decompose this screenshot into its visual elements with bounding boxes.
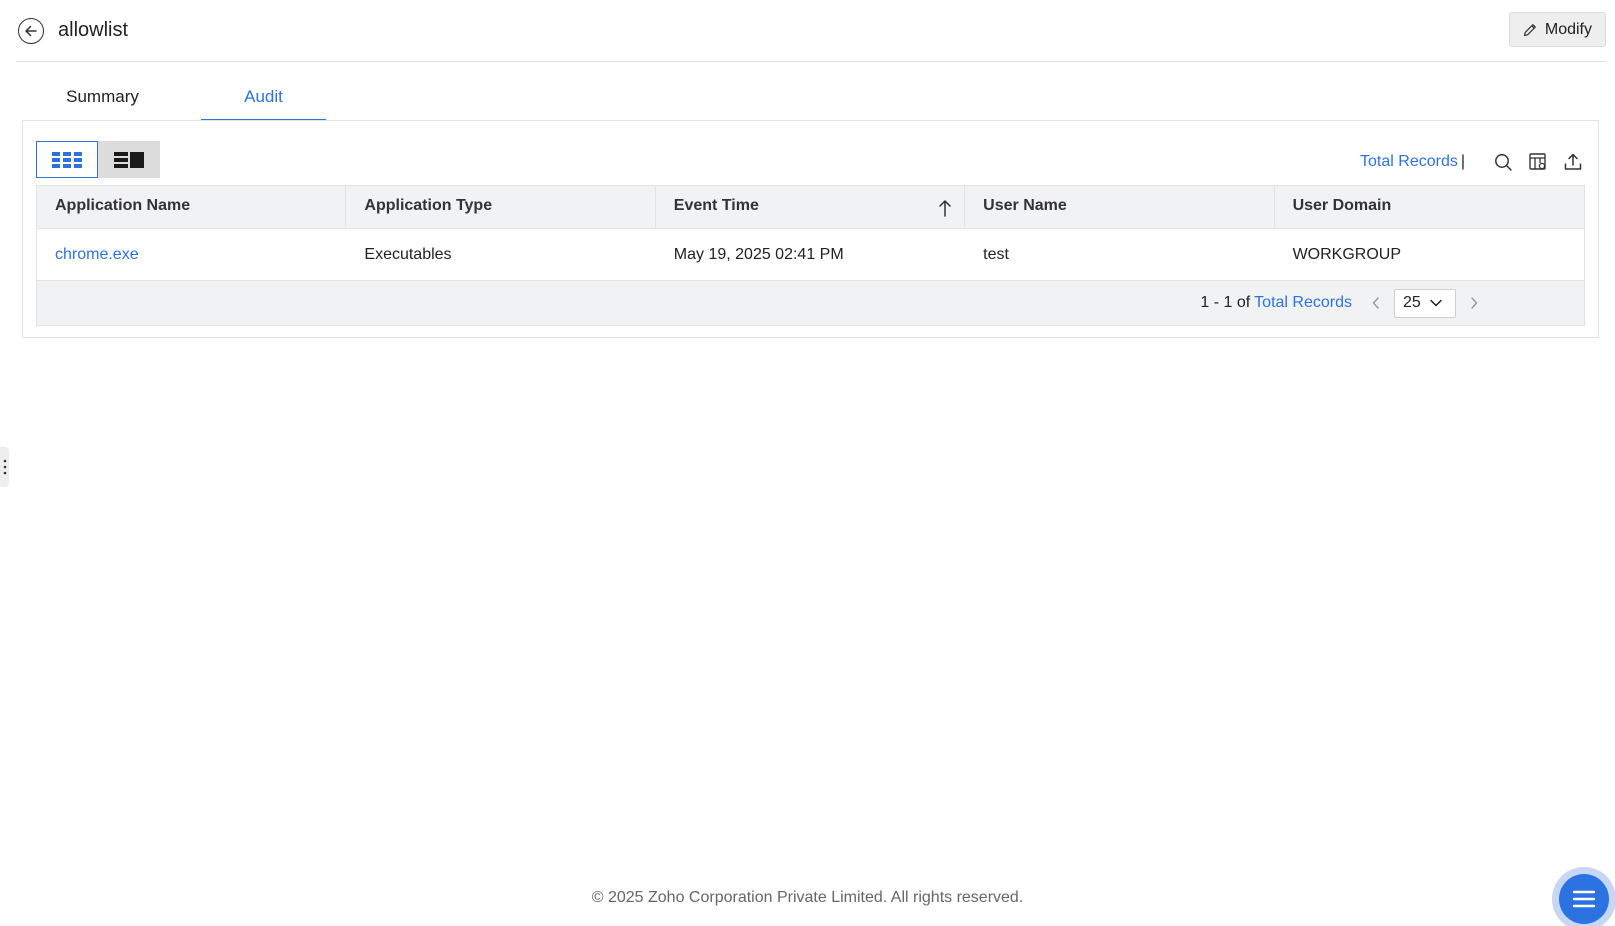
page-title: allowlist [58, 19, 129, 41]
cell-user-name: test [983, 246, 1009, 263]
cell-application-name[interactable]: chrome.exe [37, 229, 346, 280]
chevron-right-icon [1471, 297, 1478, 309]
table-header: Application Name Application Type Event … [37, 186, 1584, 229]
tab-audit[interactable]: Audit [201, 78, 326, 121]
footer-copyright: © 2025 Zoho Corporation Private Limited.… [591, 889, 1024, 906]
chevron-left-icon [1372, 297, 1379, 309]
cell-application-type: Executables [364, 246, 452, 263]
grid-view-button[interactable] [36, 141, 98, 178]
fab-inner [1559, 874, 1609, 924]
modify-button-label: Modify [1544, 20, 1592, 38]
floating-menu-button[interactable] [1552, 867, 1615, 926]
tab-bar: Summary Audit [22, 78, 326, 121]
back-button[interactable] [18, 18, 44, 44]
total-records-link[interactable]: Total Records [1360, 153, 1458, 171]
view-toggle [36, 141, 160, 178]
page-header: allowlist Modify [16, 0, 1606, 62]
column-header-application-type[interactable]: Application Type [346, 186, 656, 228]
tab-summary[interactable]: Summary [22, 78, 183, 121]
audit-table: Application Name Application Type Event … [36, 185, 1585, 326]
card-view-icon [114, 151, 144, 168]
chevron-down-icon [1430, 299, 1442, 307]
toolbar-separator: | [1460, 153, 1465, 170]
card-view-button[interactable] [98, 141, 160, 178]
pencil-icon [1523, 23, 1536, 36]
grid-view-icon [52, 151, 82, 168]
page-size-value: 25 [1403, 294, 1421, 311]
cell-event-time: May 19, 2025 02:41 PM [673, 246, 844, 263]
column-header-event-time[interactable]: Event Time [656, 186, 966, 228]
side-panel-handle[interactable] [0, 447, 9, 487]
table-row: chrome.exe Executables May 19, 2025 02:4… [37, 229, 1584, 281]
column-header-user-name[interactable]: User Name [965, 186, 1275, 228]
column-header-application-name[interactable]: Application Name [37, 186, 347, 228]
modify-button[interactable]: Modify [1508, 12, 1606, 47]
pagination-range: 1 - 1 of [1200, 294, 1251, 311]
export-icon[interactable] [1562, 151, 1584, 173]
column-header-user-domain[interactable]: User Domain [1275, 186, 1584, 228]
table-toolbar: Total Records | [1360, 151, 1584, 173]
previous-page-button[interactable] [1366, 293, 1386, 313]
sort-ascending-icon[interactable] [938, 199, 952, 217]
search-icon[interactable] [1492, 151, 1514, 173]
pagination-total-records-link[interactable]: Total Records [1254, 294, 1352, 312]
cell-user-domain: WORKGROUP [1292, 246, 1402, 263]
page-size-select[interactable]: 25 [1394, 288, 1456, 318]
next-page-button[interactable] [1464, 293, 1484, 313]
column-settings-icon[interactable] [1527, 151, 1549, 173]
hamburger-menu-icon [1572, 890, 1596, 908]
pagination-bar: 1 - 1 of Total Records 25 [37, 281, 1584, 325]
vertical-dots-icon [3, 459, 6, 475]
audit-panel: Total Records | Application Name Applica… [22, 120, 1599, 338]
arrow-left-icon [25, 25, 37, 37]
